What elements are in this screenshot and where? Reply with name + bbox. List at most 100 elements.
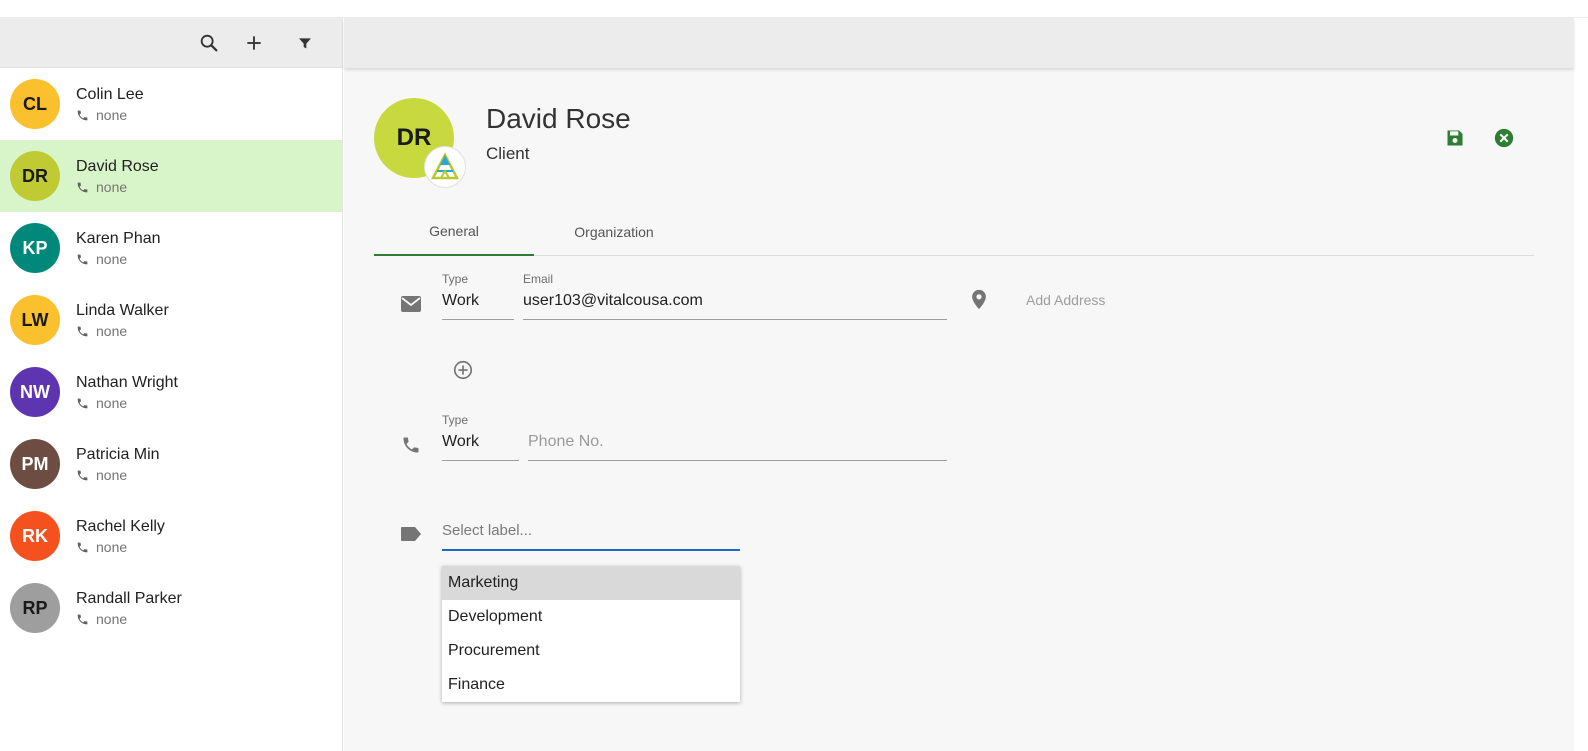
contact-initials: RP	[22, 597, 48, 618]
contact-phone-line: none	[76, 179, 159, 195]
contact-role: Client	[486, 144, 530, 163]
contact-avatar-small: PM	[10, 439, 60, 489]
contact-name-heading: David Rose	[486, 103, 631, 134]
email-field[interactable]: user103@vitalcousa.com	[523, 292, 947, 320]
contact-header: DR David Rose Client	[344, 68, 1574, 208]
contact-phone: none	[96, 539, 128, 555]
contact-phone: none	[96, 611, 128, 627]
contact-phone: none	[96, 179, 128, 195]
contact-text: Linda Walker none	[76, 301, 169, 339]
contact-text: Colin Lee none	[76, 85, 144, 123]
contact-phone: none	[96, 467, 128, 483]
detail-tabs: General Organization	[374, 208, 1534, 256]
contact-phone-line: none	[76, 539, 165, 555]
phone-small-icon	[77, 110, 88, 120]
contact-list: CL Colin Lee none DR David Rose none KP Karen P…	[0, 68, 342, 644]
contacts-sidebar: CL Colin Lee none DR David Rose none KP Karen P…	[0, 18, 343, 751]
add-circle-icon[interactable]	[451, 358, 475, 382]
contact-avatar-small: KP	[10, 223, 60, 273]
contact-avatar-small: NW	[10, 367, 60, 417]
tab-organization[interactable]: Organization	[534, 208, 694, 255]
window-top-strip	[0, 0, 1588, 18]
phone-small-icon	[77, 182, 88, 192]
save-icon[interactable]	[1443, 126, 1467, 150]
contact-initials: RK	[22, 525, 48, 546]
contact-avatar-small: CL	[10, 79, 60, 129]
contact-avatar-initials: DR	[396, 124, 432, 151]
contact-initials: PM	[21, 453, 49, 474]
contact-list-item[interactable]: RP Randall Parker none	[0, 572, 342, 644]
contact-list-item[interactable]: LW Linda Walker none	[0, 284, 342, 356]
contact-phone-line: none	[76, 395, 178, 411]
location-pin-icon	[967, 288, 991, 312]
contact-list-item[interactable]: DR David Rose none	[0, 140, 342, 212]
plus-icon[interactable]	[242, 31, 266, 55]
contact-phone: none	[96, 323, 128, 339]
contact-phone: none	[96, 107, 128, 123]
label-option[interactable]: Procurement	[442, 634, 740, 668]
contact-phone: none	[96, 395, 128, 411]
add-address-link[interactable]: Add Address	[1026, 292, 1105, 308]
detail-toolbar	[344, 18, 1574, 68]
label-option[interactable]: Finance	[442, 668, 740, 702]
phone-icon	[399, 433, 423, 457]
email-type-label: Type	[442, 272, 469, 286]
contact-name: Colin Lee	[76, 86, 144, 103]
label-select-input[interactable]: Select label...	[442, 516, 740, 551]
contact-text: Nathan Wright none	[76, 373, 178, 411]
phone-small-icon	[77, 470, 88, 480]
contact-avatar-small: LW	[10, 295, 60, 345]
contact-list-item[interactable]: KP Karen Phan none	[0, 212, 342, 284]
contact-initials: NW	[20, 381, 50, 402]
phone-type-select[interactable]: Work	[442, 433, 519, 461]
sidebar-toolbar	[0, 18, 342, 68]
label-option[interactable]: Development	[442, 600, 740, 634]
email-type-select[interactable]: Work	[442, 292, 514, 320]
contact-initials: DR	[22, 165, 48, 186]
phone-small-icon	[77, 326, 88, 336]
contact-initials: LW	[21, 309, 49, 330]
contact-list-item[interactable]: RK Rachel Kelly none	[0, 500, 342, 572]
contact-initials: KP	[22, 237, 48, 258]
email-icon	[399, 292, 423, 316]
label-option[interactable]: Marketing	[442, 566, 740, 600]
contact-text: Randall Parker none	[76, 589, 182, 627]
tab-general[interactable]: General	[374, 208, 534, 256]
contact-text: Patricia Min none	[76, 445, 160, 483]
contact-text: Rachel Kelly none	[76, 517, 165, 555]
contact-phone-line: none	[76, 323, 169, 339]
cancel-icon[interactable]	[1492, 126, 1516, 150]
contact-avatar-small: RK	[10, 511, 60, 561]
phone-small-icon	[77, 254, 88, 264]
contact-phone-line: none	[76, 107, 144, 123]
contact-phone: none	[96, 251, 128, 267]
contact-list-item[interactable]: PM Patricia Min none	[0, 428, 342, 500]
contact-name: Randall Parker	[76, 590, 182, 607]
contact-name: Rachel Kelly	[76, 518, 165, 535]
phone-small-icon	[77, 542, 88, 552]
email-label: Email	[523, 272, 554, 286]
organization-logo	[424, 146, 466, 188]
filter-icon[interactable]	[293, 31, 317, 55]
contact-list-item[interactable]: CL Colin Lee none	[0, 68, 342, 140]
contact-phone-line: none	[76, 467, 160, 483]
contact-name: Karen Phan	[76, 230, 161, 247]
label-tag-icon	[399, 522, 423, 546]
contact-name: Patricia Min	[76, 446, 160, 463]
contact-avatar-small: RP	[10, 583, 60, 633]
phone-type-label: Type	[442, 413, 469, 427]
contact-text: Karen Phan none	[76, 229, 161, 267]
contact-detail-panel: DR David Rose Client General Organizatio…	[344, 18, 1574, 751]
contact-phone-line: none	[76, 251, 161, 267]
phone-number-field[interactable]: Phone No.	[528, 433, 947, 461]
search-icon[interactable]	[197, 31, 221, 55]
contact-name: David Rose	[76, 158, 159, 175]
contact-avatar-small: DR	[10, 151, 60, 201]
contact-name: Nathan Wright	[76, 374, 178, 391]
contact-text: David Rose none	[76, 157, 159, 195]
contact-name: Linda Walker	[76, 302, 169, 319]
contact-phone-line: none	[76, 611, 182, 627]
contact-list-item[interactable]: NW Nathan Wright none	[0, 356, 342, 428]
phone-small-icon	[77, 614, 88, 624]
contact-initials: CL	[23, 93, 47, 114]
